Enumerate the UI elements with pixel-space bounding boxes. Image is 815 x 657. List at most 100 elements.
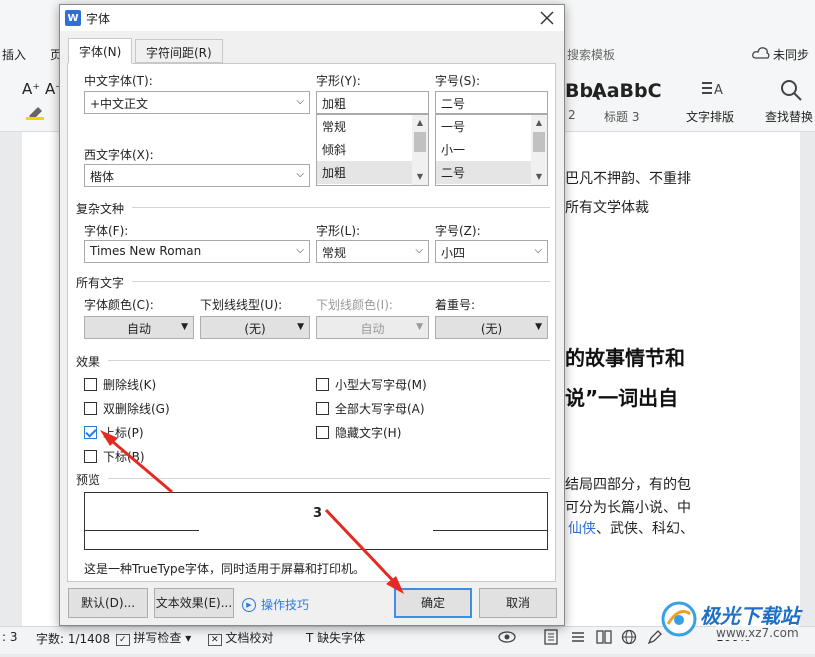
chevron-down-icon: ⌵ bbox=[415, 245, 423, 256]
underline-style-value: (无) bbox=[244, 322, 266, 336]
ok-button[interactable]: 确定 bbox=[394, 588, 472, 618]
underline-color-value: 自动 bbox=[360, 322, 385, 336]
status-doc-proof[interactable]: ✕ 文档校对 bbox=[208, 629, 273, 646]
complex-font-combo[interactable]: Times New Roman ⌵ bbox=[84, 240, 310, 263]
strikethrough-checkbox[interactable]: 删除线(K) bbox=[84, 376, 156, 393]
cancel-button[interactable]: 取消 bbox=[479, 588, 557, 618]
hidden-text-checkbox[interactable]: 隐藏文字(H) bbox=[316, 424, 401, 441]
preview-baseline-right bbox=[433, 530, 547, 531]
text-layout-icon[interactable]: A bbox=[700, 78, 726, 102]
scroll-thumb[interactable] bbox=[414, 132, 426, 152]
text-layout-label[interactable]: 文字排版 bbox=[686, 108, 734, 125]
complex-section-label: 复杂文种 bbox=[76, 202, 125, 216]
doc-line-2: 所有文学体裁 bbox=[565, 200, 649, 216]
preview-box: 3 bbox=[84, 492, 548, 550]
preview-sample: 3 bbox=[313, 506, 323, 521]
tips-link[interactable]: ▶ 操作技巧 bbox=[242, 596, 309, 613]
subscript-label: 下标(B) bbox=[103, 450, 145, 464]
font-color-dropdown[interactable]: 自动 ▼ bbox=[84, 316, 194, 339]
status-word-count[interactable]: 字数: 1/1408 bbox=[36, 630, 110, 647]
font-grow-shrink-icon[interactable]: A⁺ A⁻ bbox=[22, 80, 63, 98]
tab-font[interactable]: 字体(N) bbox=[68, 38, 133, 64]
tab-character-spacing[interactable]: 字符间距(R) bbox=[135, 39, 223, 63]
eye-icon[interactable] bbox=[498, 629, 516, 645]
web-view-icon[interactable] bbox=[621, 629, 637, 645]
font-color-value: 自动 bbox=[126, 322, 151, 336]
triangle-down-icon: ▼ bbox=[535, 322, 542, 332]
scroll-thumb[interactable] bbox=[533, 132, 545, 152]
chevron-down-icon: ⌵ bbox=[296, 169, 304, 180]
scroll-up-icon[interactable]: ▲ bbox=[412, 115, 428, 131]
size-list[interactable]: 一号 小一 二号 ▲ ▼ bbox=[435, 114, 548, 186]
default-button[interactable]: 默认(D)... bbox=[68, 588, 148, 618]
underline-color-label: 下划线颜色(I): bbox=[316, 298, 393, 312]
triangle-down-icon: ▼ bbox=[297, 322, 304, 332]
complex-size-combo[interactable]: 小四 ⌵ bbox=[435, 240, 548, 263]
size-list-scrollbar[interactable]: ▲ ▼ bbox=[531, 115, 547, 185]
size-input[interactable]: 二号 bbox=[435, 91, 548, 114]
all-caps-label: 全部大写字母(A) bbox=[335, 402, 425, 416]
superscript-checkbox[interactable]: 上标(P) bbox=[84, 424, 144, 441]
missing-font-label: 缺失字体 bbox=[317, 631, 366, 645]
checkbox-box[interactable] bbox=[84, 402, 97, 415]
chevron-down-icon: ⌵ bbox=[534, 245, 542, 256]
scroll-up-icon[interactable]: ▲ bbox=[531, 115, 547, 131]
hidden-text-label: 隐藏文字(H) bbox=[335, 426, 402, 440]
scroll-down-icon[interactable]: ▼ bbox=[531, 169, 547, 185]
scroll-down-icon[interactable]: ▼ bbox=[412, 169, 428, 185]
status-missing-font[interactable]: T 缺失字体 bbox=[306, 629, 365, 646]
font-dialog: W 字体 字体(N) 字符间距(R) 中文字体(T): +中文正文 ⌵ 西文字体(… bbox=[59, 4, 565, 626]
ribbon-tab-insert[interactable]: 插入 bbox=[2, 46, 26, 63]
doc-link-xianxia[interactable]: 仙侠 bbox=[568, 521, 596, 537]
superscript-label: 上标(P) bbox=[103, 426, 144, 440]
page-view-icon[interactable] bbox=[543, 629, 559, 645]
double-strikethrough-checkbox[interactable]: 双删除线(G) bbox=[84, 400, 170, 417]
watermark-name: 极光下载站 bbox=[700, 604, 800, 628]
style-list[interactable]: 常规 倾斜 加粗 ▲ ▼ bbox=[316, 114, 429, 186]
small-caps-checkbox[interactable]: 小型大写字母(M) bbox=[316, 376, 427, 393]
complex-style-combo[interactable]: 常规 ⌵ bbox=[316, 240, 429, 263]
close-icon[interactable] bbox=[538, 9, 556, 27]
style-list-scrollbar[interactable]: ▲ ▼ bbox=[412, 115, 428, 185]
style-preview-2[interactable]: AaBbC bbox=[592, 80, 662, 102]
complex-size-label: 字号(Z): bbox=[435, 224, 481, 238]
template-search-label[interactable]: 搜索模板 bbox=[567, 46, 615, 63]
underline-color-dropdown: 自动 ▼ bbox=[316, 316, 429, 339]
text-effect-button[interactable]: 文本效果(E)... bbox=[154, 588, 234, 618]
style-label-2: 标题 3 bbox=[604, 110, 640, 124]
checkbox-box[interactable] bbox=[84, 450, 97, 463]
checkbox-checked[interactable] bbox=[84, 426, 97, 439]
watermark-logo bbox=[660, 600, 698, 638]
west-font-value: 楷体 bbox=[90, 170, 115, 184]
underline-style-dropdown[interactable]: (无) ▼ bbox=[200, 316, 310, 339]
search-icon[interactable] bbox=[779, 78, 803, 102]
west-font-combo[interactable]: 楷体 ⌵ bbox=[84, 164, 310, 187]
checkbox-box[interactable] bbox=[316, 402, 329, 415]
all-caps-checkbox[interactable]: 全部大写字母(A) bbox=[316, 400, 425, 417]
doc-genre-rest: 、武侠、科幻、 bbox=[596, 521, 694, 537]
emphasis-dropdown[interactable]: (无) ▼ bbox=[435, 316, 548, 339]
doc-line-4: 可分为长篇小说、中 bbox=[565, 500, 691, 516]
size-label: 字号(S): bbox=[435, 74, 481, 88]
highlighter-icon[interactable] bbox=[26, 104, 46, 120]
read-view-icon[interactable] bbox=[596, 629, 612, 645]
checkbox-box[interactable] bbox=[316, 378, 329, 391]
underline-style-label: 下划线线型(U): bbox=[200, 298, 283, 312]
spell-check-label: 拼写检查 bbox=[133, 631, 182, 645]
style-input[interactable]: 加粗 bbox=[316, 91, 429, 114]
checkbox-box[interactable] bbox=[84, 378, 97, 391]
cloud-icon bbox=[752, 46, 770, 60]
status-spell-check[interactable]: ✓ 拼写检查 ▾ bbox=[116, 629, 191, 646]
status-page-fragment: : 3 bbox=[2, 630, 18, 644]
divider bbox=[108, 360, 550, 361]
checkbox-box[interactable] bbox=[316, 426, 329, 439]
doc-proof-label: 文档校对 bbox=[225, 631, 274, 645]
dialog-titlebar[interactable]: W 字体 bbox=[60, 5, 564, 31]
sync-status[interactable]: 未同步 bbox=[773, 46, 809, 63]
cn-font-combo[interactable]: +中文正文 ⌵ bbox=[84, 91, 310, 114]
cn-font-label: 中文字体(T): bbox=[84, 74, 153, 88]
doc-line-1: 巴凡不押韵、不重排 bbox=[565, 171, 691, 187]
find-replace-label[interactable]: 查找替换 bbox=[765, 108, 813, 125]
subscript-checkbox[interactable]: 下标(B) bbox=[84, 448, 145, 465]
outline-view-icon[interactable] bbox=[570, 629, 586, 645]
